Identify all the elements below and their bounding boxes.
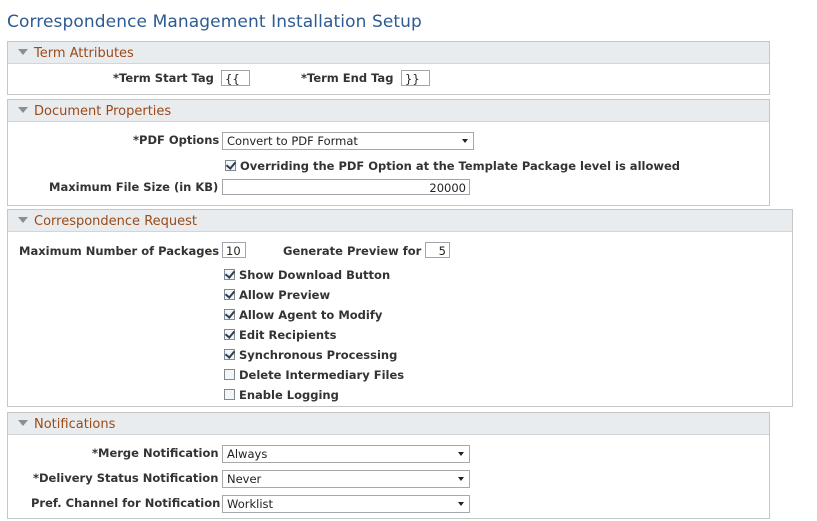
merge-notification-select[interactable]: Always (222, 445, 470, 463)
document-properties-header[interactable]: Document Properties (8, 100, 769, 122)
correspondence-request-title: Correspondence Request (34, 214, 197, 229)
enable-logging-label: Enable Logging (239, 388, 339, 402)
show-download-button-checkbox[interactable] (224, 269, 235, 280)
delivery-status-notification-label: *Delivery Status Notification (33, 471, 219, 485)
max-file-size-input[interactable]: 20000 (222, 179, 470, 195)
term-start-tag-label: *Term Start Tag (113, 71, 214, 85)
merge-notification-value: Always (227, 447, 268, 461)
allow-agent-modify-label: Allow Agent to Modify (239, 308, 383, 322)
term-attributes-title: Term Attributes (34, 46, 134, 61)
collapse-triangle-icon[interactable] (18, 107, 28, 113)
chevron-down-icon (462, 139, 468, 143)
pdf-options-label: *PDF Options (133, 133, 220, 147)
enable-logging-checkbox[interactable] (224, 389, 235, 400)
delivery-status-notification-select[interactable]: Never (222, 470, 470, 488)
correspondence-request-section: Correspondence Request Maximum Number of… (7, 209, 793, 407)
max-file-size-label: Maximum File Size (in KB) (49, 180, 219, 194)
term-end-tag-label: *Term End Tag (301, 71, 394, 85)
synchronous-processing-checkbox[interactable] (224, 349, 235, 360)
edit-recipients-checkbox[interactable] (224, 329, 235, 340)
pref-channel-notification-value: Worklist (227, 497, 274, 511)
notifications-section: Notifications *Merge Notification Always… (7, 412, 770, 519)
notifications-header[interactable]: Notifications (8, 413, 769, 435)
generate-preview-label: Generate Preview for (283, 244, 422, 258)
allow-preview-label: Allow Preview (239, 288, 331, 302)
override-pdf-option-label: Overriding the PDF Option at the Templat… (240, 159, 681, 173)
term-attributes-header[interactable]: Term Attributes (8, 42, 769, 64)
pdf-options-select[interactable]: Convert to PDF Format (222, 132, 474, 150)
document-properties-title: Document Properties (34, 104, 172, 119)
term-attributes-section: Term Attributes *Term Start Tag {{ *Term… (7, 41, 770, 95)
delete-intermediary-files-label: Delete Intermediary Files (239, 368, 405, 382)
collapse-triangle-icon[interactable] (18, 420, 28, 426)
delete-intermediary-files-checkbox[interactable] (224, 369, 235, 380)
pref-channel-notification-label: Pref. Channel for Notification (31, 496, 221, 510)
max-packages-input[interactable]: 10 (222, 242, 246, 258)
correspondence-request-header[interactable]: Correspondence Request (8, 210, 792, 232)
merge-notification-label: *Merge Notification (92, 446, 219, 460)
document-properties-section: Document Properties *PDF Options Convert… (7, 99, 770, 206)
edit-recipients-label: Edit Recipients (239, 328, 337, 342)
allow-agent-modify-checkbox[interactable] (224, 309, 235, 320)
allow-preview-checkbox[interactable] (224, 289, 235, 300)
pref-channel-notification-select[interactable]: Worklist (222, 495, 470, 513)
term-end-tag-input[interactable]: }} (401, 70, 430, 86)
collapse-triangle-icon[interactable] (18, 49, 28, 55)
notifications-title: Notifications (34, 417, 116, 432)
synchronous-processing-label: Synchronous Processing (239, 348, 398, 362)
generate-preview-input[interactable]: 5 (425, 242, 450, 258)
chevron-down-icon (458, 502, 464, 506)
chevron-down-icon (458, 452, 464, 456)
max-packages-label: Maximum Number of Packages (19, 244, 220, 258)
collapse-triangle-icon[interactable] (18, 217, 28, 223)
show-download-button-label: Show Download Button (239, 268, 391, 282)
override-pdf-option-checkbox[interactable] (225, 160, 236, 171)
delivery-status-notification-value: Never (227, 472, 262, 486)
chevron-down-icon (458, 477, 464, 481)
pdf-options-value: Convert to PDF Format (227, 134, 358, 148)
page-title: Correspondence Management Installation S… (7, 12, 422, 32)
term-start-tag-input[interactable]: {{ (221, 70, 250, 86)
